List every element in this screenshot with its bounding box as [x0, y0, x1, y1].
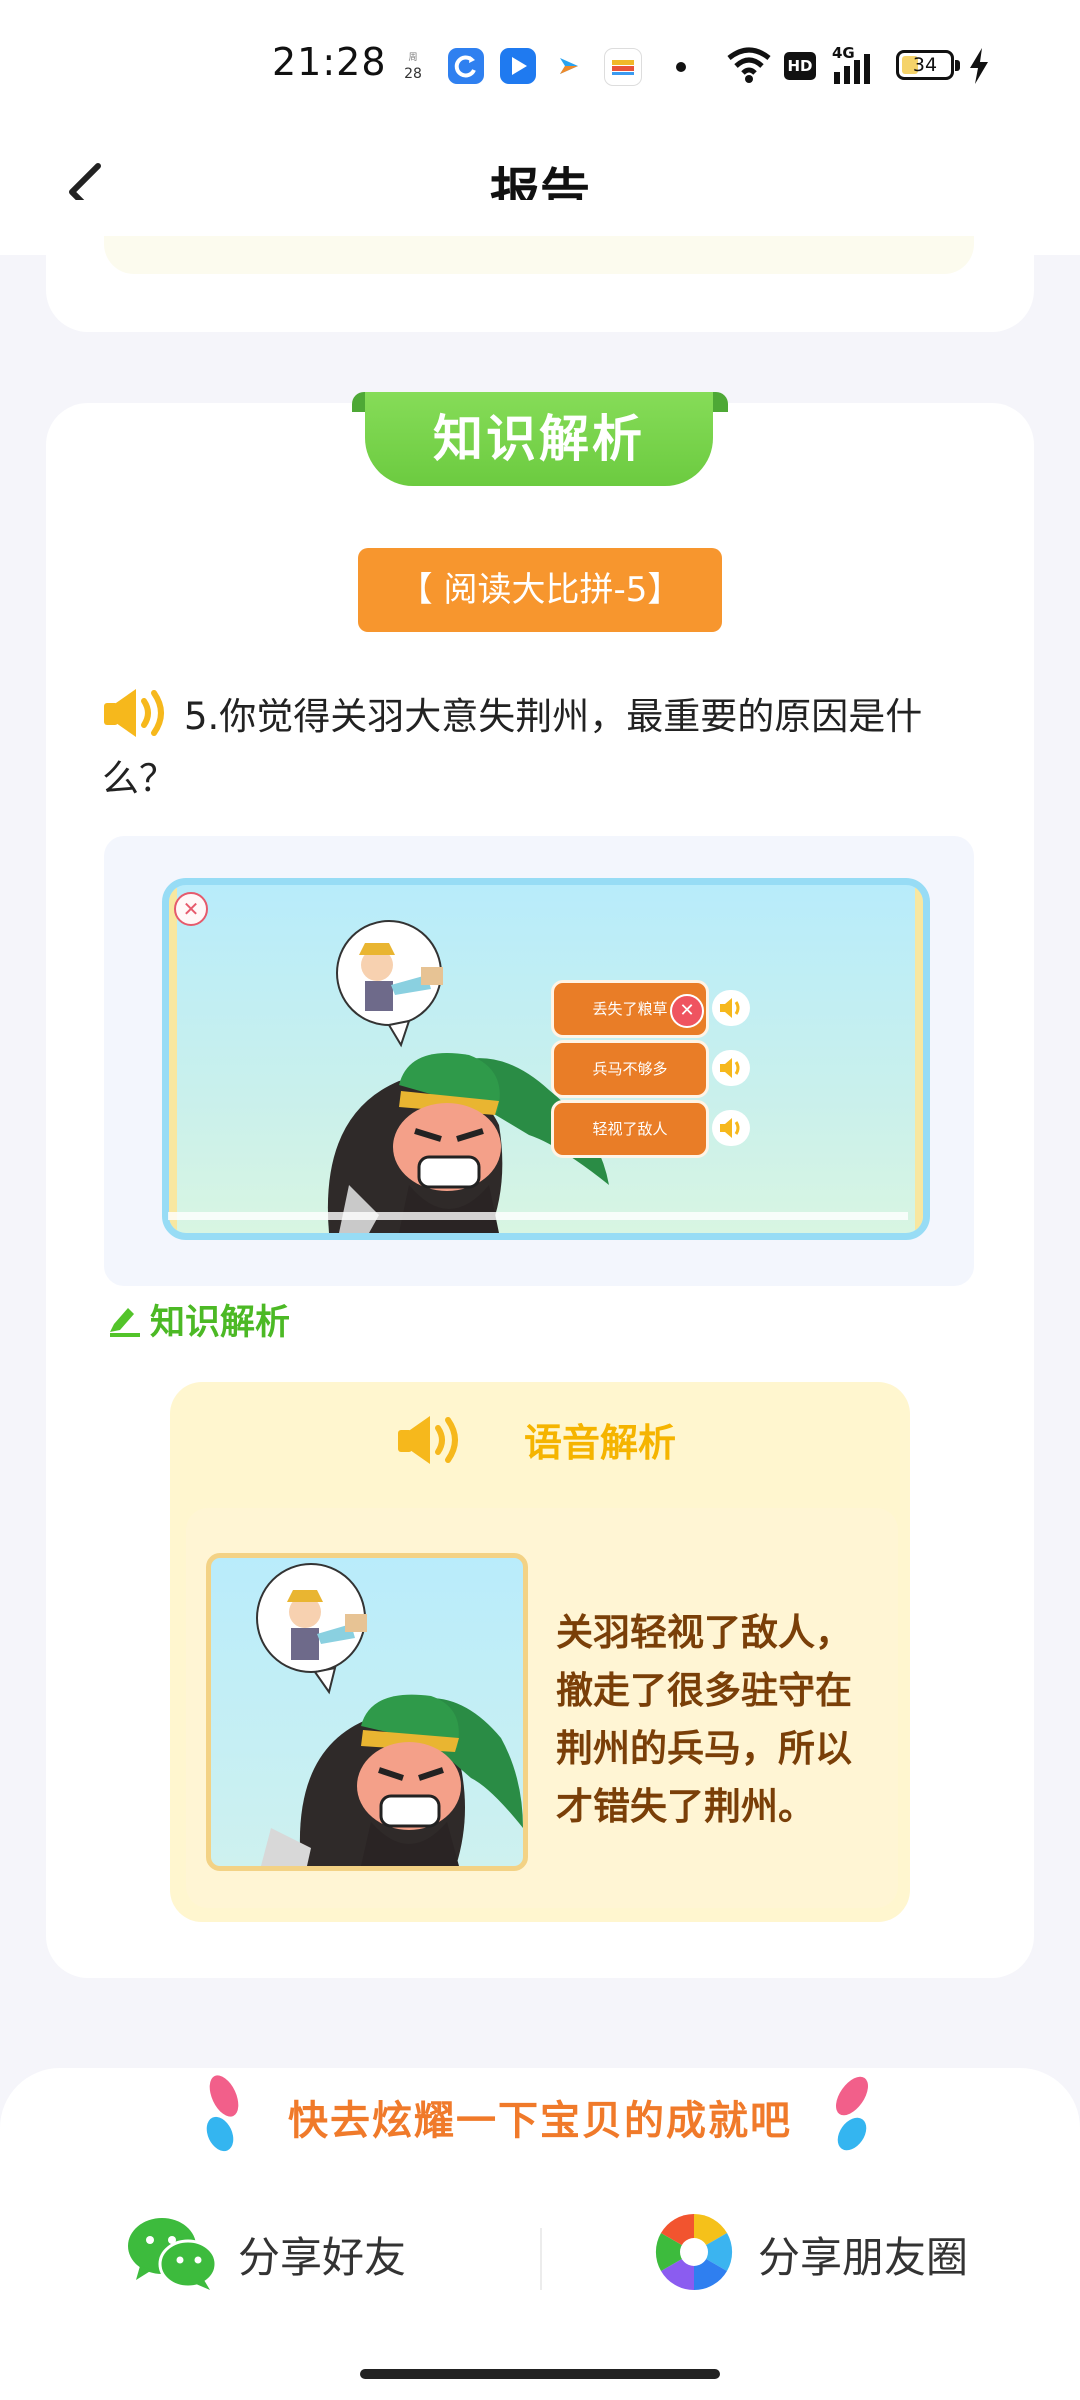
wechat-icon[interactable] [126, 2214, 218, 2294]
calendar-icon: 周 28 [404, 53, 422, 82]
battery-level: 34 [912, 54, 938, 76]
signal-icon [834, 54, 870, 84]
share-divider [540, 2228, 542, 2290]
section-ribbon-title: 知识解析 [365, 392, 713, 486]
option-speaker-icon [712, 1110, 750, 1146]
voice-analysis-title: 语音解析 [524, 1421, 677, 1465]
wifi-icon [727, 47, 771, 83]
hd-icon: HD [784, 52, 816, 80]
home-indicator[interactable] [360, 2369, 720, 2379]
status-date: 28 [404, 66, 422, 82]
battery-icon: 34 [896, 50, 960, 80]
status-time: 21:28 [272, 40, 387, 84]
wrong-mark-icon: ✕ [670, 994, 704, 1028]
guan-yu-illustration [169, 885, 923, 1233]
question-screenshot [162, 878, 930, 1240]
app-notification-icon [500, 48, 536, 84]
charging-icon [970, 48, 988, 84]
close-icon: ✕ [174, 892, 208, 926]
speaker-icon[interactable] [396, 1410, 468, 1470]
app-notification-icon [552, 48, 588, 84]
share-moments-button[interactable]: 分享朋友圈 [758, 2224, 968, 2285]
feather-decoration-icon [836, 2076, 868, 2151]
quiz-tag: 【 阅读大比拼-5】 [358, 548, 722, 632]
option-speaker-icon [712, 1050, 750, 1086]
voice-analysis-illustration [206, 1553, 528, 1871]
app-notification-icon [604, 48, 642, 86]
share-friend-button[interactable]: 分享好友 [238, 2224, 406, 2285]
question-text: 5.你觉得关羽大意失荆州，最重要的原因是什么？ [102, 695, 923, 800]
answer-option: 轻视了敌人 [551, 1100, 709, 1158]
option-speaker-icon [712, 990, 750, 1026]
voice-analysis-text: 关羽轻视了敌人，撤走了很多驻守在荆州的兵马，所以才错失了荆州。 [556, 1611, 852, 1828]
share-title: 快去炫耀一下宝贝的成就吧 [288, 2098, 792, 2144]
analysis-label: 知识解析 [150, 1303, 291, 1343]
answer-option: 兵马不够多 [551, 1040, 709, 1098]
moments-icon[interactable] [654, 2212, 734, 2292]
previous-card-inner [104, 236, 974, 274]
app-notification-icon [448, 48, 484, 84]
screenshot-bottom-strip [168, 1212, 908, 1220]
pencil-icon [110, 1308, 140, 1337]
notification-dot [676, 62, 686, 72]
